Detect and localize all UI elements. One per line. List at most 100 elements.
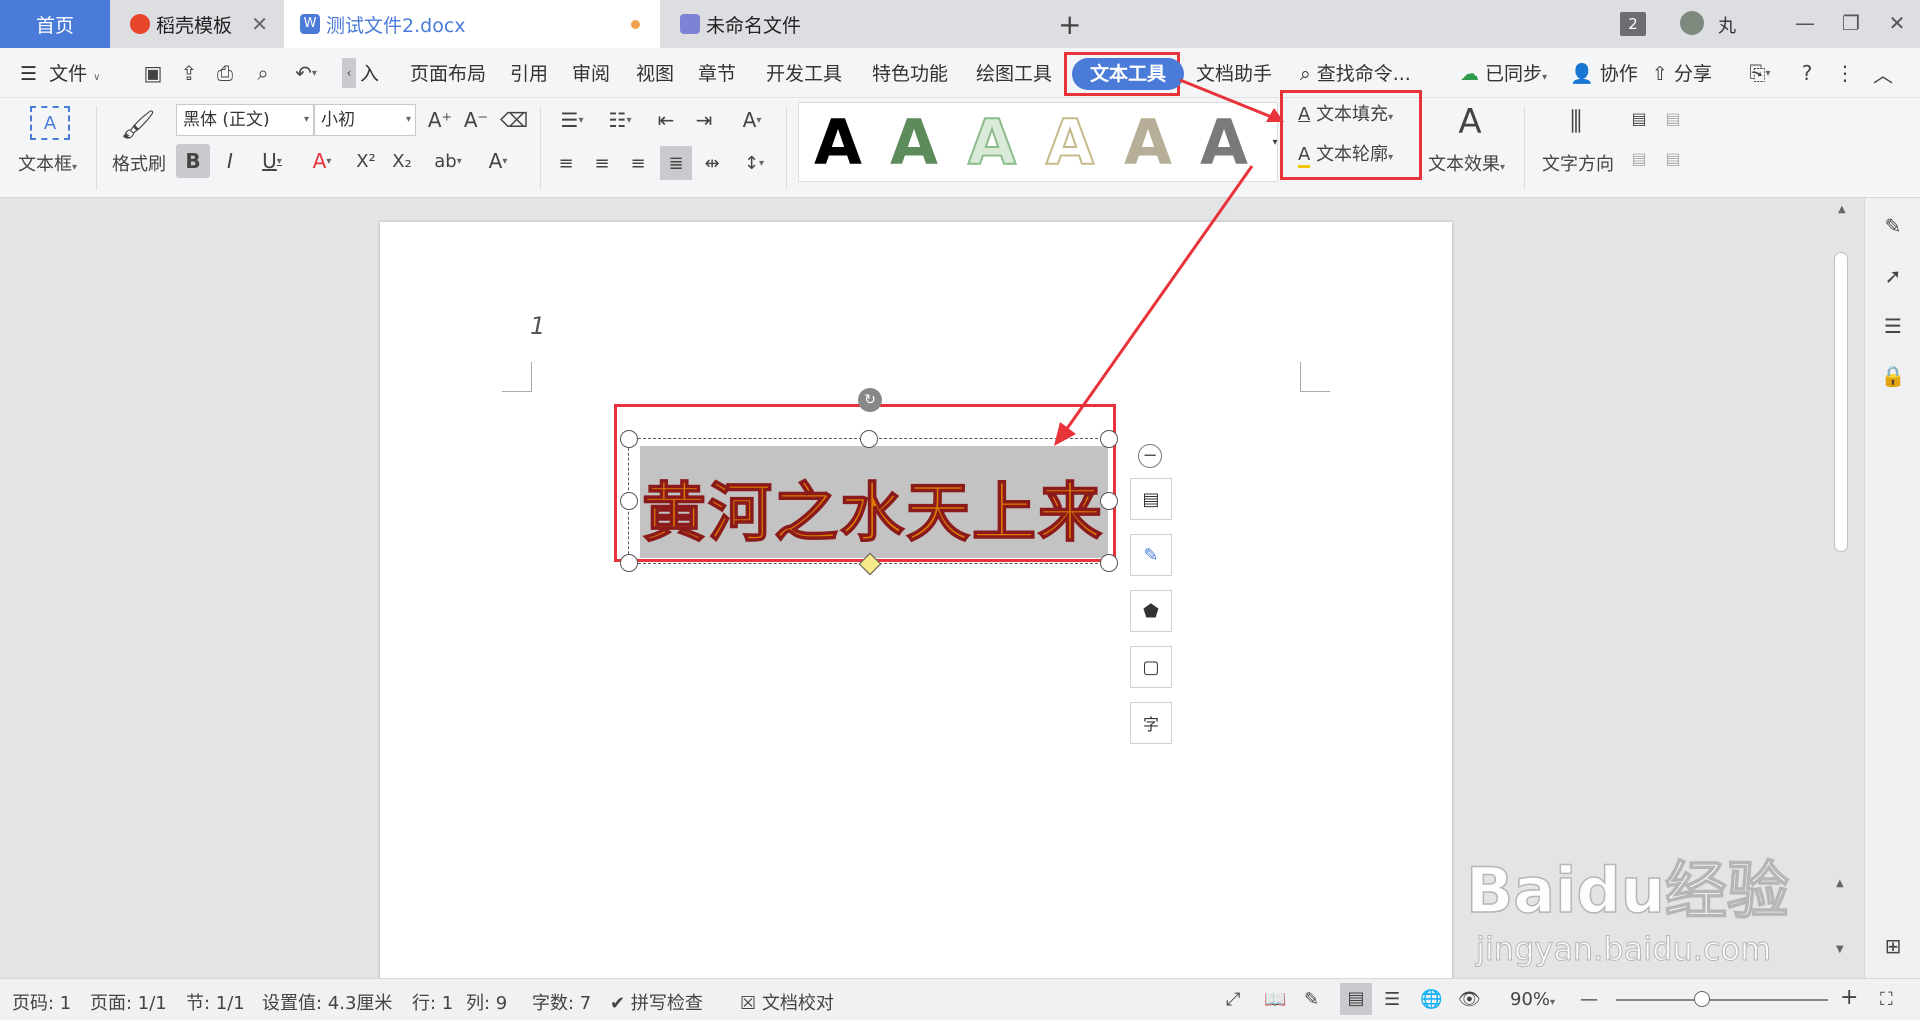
edit-mode-icon[interactable]: ✎ — [1304, 989, 1319, 1010]
text-direction-button[interactable]: 文字方向 — [1542, 150, 1614, 176]
justify-icon[interactable]: ≣ — [660, 146, 692, 180]
strikethrough-icon[interactable]: A ▾ — [302, 144, 342, 178]
close-icon[interactable]: ✕ — [251, 12, 268, 36]
grow-font-icon[interactable]: A⁺ — [426, 106, 454, 134]
status-setting[interactable]: 设置值: 4.3厘米 — [262, 989, 392, 1015]
align-left-icon[interactable]: ≡ — [552, 148, 580, 178]
wordart-style-pale-green[interactable]: A — [967, 105, 1017, 180]
link-textbox-icon[interactable]: ▤ — [1660, 146, 1686, 170]
cursor-icon[interactable]: ➚ — [1879, 262, 1907, 290]
align-textbox-top-icon[interactable]: ▤ — [1626, 106, 1652, 130]
window-count-badge[interactable]: 2 — [1620, 12, 1646, 36]
zoom-slider-thumb[interactable] — [1694, 991, 1710, 1007]
text-fill-button[interactable]: A 文本填充▾ — [1298, 100, 1393, 126]
underline-icon[interactable]: U ▾ — [252, 144, 292, 178]
export-icon[interactable]: ⇪ — [176, 60, 202, 86]
resize-handle-top-left[interactable] — [620, 430, 638, 448]
text-outline-button[interactable]: A 文本轮廓▾ — [1298, 140, 1393, 168]
wordart-style-green[interactable]: A — [890, 106, 938, 179]
resize-handle-top[interactable] — [860, 430, 878, 448]
text-effect-button[interactable]: 文本效果▾ — [1428, 150, 1505, 176]
scroll-thumb[interactable] — [1834, 252, 1848, 552]
settings-sliders-icon[interactable]: ☰ — [1879, 312, 1907, 340]
sync-status[interactable]: ☁ 已同步▾ — [1460, 60, 1547, 88]
page-view-icon[interactable]: ▤ — [1340, 983, 1372, 1015]
line-spacing-icon[interactable]: ↕ ▾ — [734, 148, 774, 178]
doc-proof-button[interactable]: ☒ 文档校对 — [740, 989, 834, 1015]
next-page-icon[interactable]: ▼ — [1836, 944, 1844, 955]
bullet-list-icon[interactable]: ☰ ▾ — [552, 106, 592, 134]
font-name-select[interactable]: 黑体 (正文) ▾ — [176, 104, 314, 136]
menu-layout[interactable]: 页面布局 — [410, 60, 486, 88]
pen-icon[interactable]: ✎ — [1879, 212, 1907, 240]
zoom-slider[interactable] — [1616, 999, 1828, 1001]
scroll-left-icon[interactable]: ‹ — [342, 58, 356, 88]
print-preview-icon[interactable]: ⌕ — [250, 60, 276, 86]
menu-chapter[interactable]: 章节 — [698, 60, 736, 88]
superscript-icon[interactable]: X² — [352, 144, 380, 178]
read-mode-icon[interactable]: 📖 — [1264, 989, 1286, 1010]
new-tab-button[interactable]: + — [1058, 0, 1088, 48]
status-pages[interactable]: 页面: 1/1 — [90, 989, 167, 1015]
resize-handle-left[interactable] — [620, 492, 638, 510]
tab-document[interactable]: W 测试文件2.docx — [284, 0, 660, 48]
tab-unnamed[interactable]: 未命名文件 — [664, 0, 1038, 48]
rotate-handle[interactable]: ↻ — [858, 388, 882, 412]
minimize-button[interactable]: — — [1790, 8, 1820, 38]
menu-reference[interactable]: 引用 — [510, 60, 548, 88]
lock-icon[interactable]: 🔒 — [1879, 362, 1907, 390]
prev-page-icon[interactable]: ▲ — [1836, 878, 1844, 889]
spell-check-button[interactable]: ✔ 拼写检查 — [610, 989, 703, 1015]
decrease-indent-icon[interactable]: ⇤ — [652, 106, 680, 134]
text-direction-small-icon[interactable]: A ▾ — [730, 106, 774, 134]
align-right-icon[interactable]: ≡ — [624, 148, 652, 178]
file-menu[interactable]: ☰ 文件 ∨ — [20, 60, 100, 88]
scroll-up-icon[interactable]: ▲ — [1838, 204, 1846, 215]
resize-handle-right[interactable] — [1100, 492, 1118, 510]
wordart-text[interactable]: 黄河之水天上来 — [641, 462, 1110, 554]
collapse-ribbon-icon[interactable]: ︿ — [1870, 60, 1896, 87]
subscript-icon[interactable]: X₂ — [388, 144, 416, 178]
increase-indent-icon[interactable]: ⇥ — [690, 106, 718, 134]
share-button[interactable]: ⇧ 分享 — [1652, 60, 1712, 88]
help-icon[interactable]: ? — [1794, 60, 1820, 86]
bold-icon[interactable]: B — [176, 144, 210, 178]
fit-window-icon[interactable]: ⛶ — [1880, 989, 1893, 1010]
document-page[interactable]: 1 ↻ 黄河之水天上来 − ▤ ✎ ⬟ ▢ 字 — [380, 222, 1452, 982]
text-wrap-icon[interactable]: 字 — [1130, 702, 1172, 744]
textbox-button[interactable]: 文本框▾ — [18, 150, 77, 176]
shrink-font-icon[interactable]: A⁻ — [462, 106, 490, 134]
menu-special[interactable]: 特色功能 — [872, 60, 948, 88]
resize-handle-bottom-right[interactable] — [1100, 554, 1118, 572]
web-view-icon[interactable]: 🌐 — [1420, 989, 1442, 1010]
vertical-scrollbar[interactable]: ▲ ▲ ▼ — [1828, 198, 1864, 978]
zoom-in-icon[interactable]: + — [1840, 985, 1858, 1010]
app-grid-icon[interactable]: ⊞ — [1879, 932, 1907, 960]
character-shading-icon[interactable]: ab ▾ — [428, 144, 468, 178]
fullscreen-icon[interactable]: ⤢ — [1226, 989, 1240, 1010]
zoom-out-icon[interactable]: — — [1580, 989, 1598, 1010]
shape-outline-icon[interactable]: ▢ — [1130, 646, 1172, 688]
clear-format-icon[interactable]: ⌫ — [500, 106, 528, 134]
user-name[interactable]: 丸 — [1718, 12, 1736, 38]
more-tools-icon[interactable]: ⎘ ▾ — [1740, 60, 1780, 86]
format-painter-button[interactable]: 格式刷 — [112, 150, 166, 176]
search-command[interactable]: ⌕ 查找命令... — [1300, 60, 1411, 88]
collab-button[interactable]: 👤 协作 — [1570, 60, 1638, 88]
status-words[interactable]: 字数: 7 — [532, 989, 591, 1015]
more-options-icon[interactable]: ⋮ — [1835, 60, 1855, 86]
align-textbox-middle-icon[interactable]: ▤ — [1660, 106, 1686, 130]
print-icon[interactable]: ⎙ — [212, 60, 238, 86]
align-textbox-bottom-icon[interactable]: ▤ — [1626, 146, 1652, 170]
wordart-style-black[interactable]: A — [814, 106, 862, 179]
menu-dev[interactable]: 开发工具 — [766, 60, 842, 88]
numbered-list-icon[interactable]: ☷ ▾ — [600, 106, 640, 134]
avatar[interactable] — [1680, 11, 1704, 35]
italic-icon[interactable]: I — [216, 144, 244, 178]
eye-protection-icon[interactable]: 👁 — [1458, 989, 1481, 1010]
menu-review[interactable]: 审阅 — [572, 60, 610, 88]
menu-drawing[interactable]: 绘图工具 — [976, 60, 1052, 88]
distributed-icon[interactable]: ⇹ — [698, 148, 726, 178]
status-page[interactable]: 页码: 1 — [12, 989, 71, 1015]
font-size-select[interactable]: 小初 ▾ — [314, 104, 416, 136]
